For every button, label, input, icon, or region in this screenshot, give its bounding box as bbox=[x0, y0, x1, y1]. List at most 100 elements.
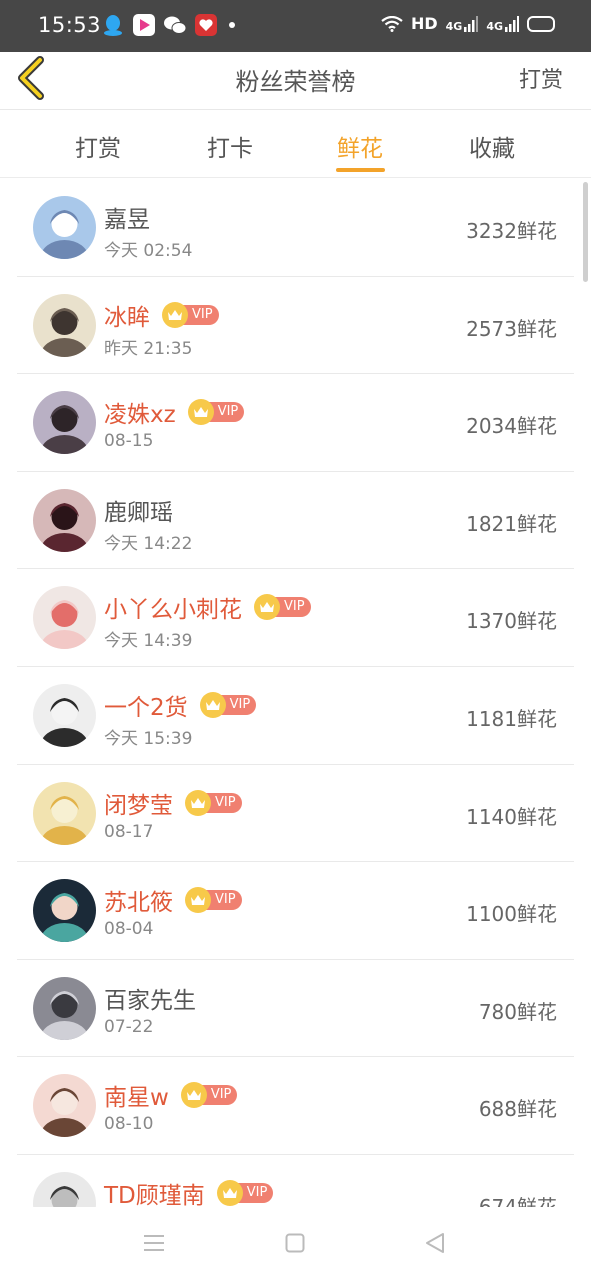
flower-count: 1140鲜花 bbox=[466, 804, 557, 829]
avatar[interactable] bbox=[33, 196, 96, 259]
crown-icon bbox=[180, 1082, 207, 1109]
vip-badge: VIP bbox=[185, 789, 242, 816]
wifi-icon bbox=[381, 15, 403, 32]
signal-2-label: 4G bbox=[486, 19, 503, 33]
avatar[interactable] bbox=[33, 879, 96, 943]
flower-count: 780鲜花 bbox=[478, 999, 557, 1024]
name-line: 闭梦莹 VIP bbox=[104, 786, 242, 820]
flower-count: 2034鲜花 bbox=[466, 414, 557, 439]
user-name: 一个2货 bbox=[104, 694, 188, 721]
fan-list-item[interactable]: 闭梦莹 VIP 08-17 1140鲜花 bbox=[17, 765, 574, 863]
crown-icon bbox=[216, 1179, 243, 1206]
avatar[interactable] bbox=[33, 976, 96, 1040]
flower-count: 1181鲜花 bbox=[466, 706, 557, 731]
user-name: 小丫么小刺花 bbox=[104, 597, 242, 624]
vip-badge: VIP bbox=[254, 594, 311, 621]
vip-badge: VIP bbox=[187, 399, 245, 426]
signal-icon: 4G bbox=[445, 15, 479, 33]
fan-list-item[interactable]: 百家先生 07-22 780鲜花 bbox=[17, 960, 574, 1058]
signal-1-label: 4G bbox=[445, 19, 463, 33]
fan-list-item[interactable]: 嘉昱 今天 02:54 3232鲜花 bbox=[17, 179, 574, 277]
fan-list-item[interactable]: 一个2货 VIP 今天 15:39 1181鲜花 bbox=[17, 667, 574, 765]
name-line: 鹿卿瑶 bbox=[104, 493, 173, 527]
flower-count: 2573鲜花 bbox=[466, 316, 557, 341]
avatar[interactable] bbox=[33, 1171, 96, 1207]
user-name: 嘉昱 bbox=[104, 207, 150, 233]
notification-dot-icon bbox=[229, 22, 235, 28]
user-name: TD顾瑾南 bbox=[104, 1182, 205, 1207]
status-indicators: HD 4G 4G bbox=[381, 14, 555, 33]
tab-reward[interactable]: 打赏 bbox=[58, 129, 138, 163]
hd-label: HD bbox=[410, 14, 438, 33]
fan-list-item[interactable]: TD顾瑾南 VIP 674鲜花 bbox=[17, 1155, 574, 1207]
qq-icon bbox=[102, 14, 124, 36]
back-triangle-icon bbox=[426, 1233, 444, 1253]
avatar[interactable] bbox=[33, 391, 96, 455]
status-app-icons bbox=[102, 14, 235, 36]
flower-count: 1821鲜花 bbox=[466, 511, 557, 536]
menu-button[interactable] bbox=[134, 1227, 174, 1259]
vip-badge: VIP bbox=[216, 1179, 274, 1206]
wechat-icon bbox=[164, 14, 186, 36]
name-line: 百家先生 bbox=[104, 981, 196, 1015]
menu-icon bbox=[144, 1235, 164, 1251]
header-bar: 粉丝荣誉榜 打赏 bbox=[0, 52, 591, 110]
user-name: 百家先生 bbox=[104, 987, 196, 1014]
name-line: 南星w VIP bbox=[104, 1078, 238, 1112]
fan-list-item[interactable]: 南星w VIP 08-10 688鲜花 bbox=[17, 1057, 574, 1155]
vip-badge: VIP bbox=[199, 691, 257, 718]
fan-list-item[interactable]: 鹿卿瑶 今天 14:22 1821鲜花 bbox=[17, 472, 574, 570]
status-bar: 15:53 HD 4G 4G bbox=[0, 0, 591, 52]
crown-icon bbox=[199, 691, 226, 718]
vip-badge: VIP bbox=[185, 887, 242, 914]
crown-icon bbox=[187, 399, 214, 426]
scrollbar[interactable] bbox=[583, 182, 588, 282]
fans-list[interactable]: 嘉昱 今天 02:54 3232鲜花 冰眸 VIP 昨天 21:35 2573鲜… bbox=[0, 179, 591, 1207]
signal-icon-2: 4G bbox=[486, 15, 519, 33]
name-line: 小丫么小刺花 VIP bbox=[104, 590, 311, 624]
back-nav-button[interactable] bbox=[415, 1227, 455, 1259]
home-button[interactable] bbox=[275, 1227, 315, 1259]
user-name: 南星w bbox=[104, 1085, 169, 1112]
tab-flowers[interactable]: 鲜花 bbox=[320, 129, 400, 163]
flower-count: 688鲜花 bbox=[478, 1097, 557, 1122]
flower-count: 1100鲜花 bbox=[466, 902, 557, 927]
flower-count: 1370鲜花 bbox=[466, 609, 557, 634]
name-line: TD顾瑾南 VIP bbox=[104, 1176, 274, 1207]
avatar[interactable] bbox=[33, 293, 96, 357]
fan-list-item[interactable]: 苏北筱 VIP 08-04 1100鲜花 bbox=[17, 862, 574, 960]
avatar[interactable] bbox=[33, 781, 96, 845]
vip-badge: VIP bbox=[162, 301, 219, 328]
active-tab-indicator bbox=[336, 168, 385, 172]
last-active-time: 08-10 bbox=[104, 1114, 154, 1135]
reward-button[interactable]: 打赏 bbox=[519, 62, 563, 94]
avatar[interactable] bbox=[33, 1074, 96, 1138]
crown-icon bbox=[162, 301, 188, 328]
system-nav-bar bbox=[0, 1207, 591, 1280]
name-line: 一个2货 VIP bbox=[104, 688, 257, 722]
name-line: 冰眸 VIP bbox=[104, 298, 219, 332]
fan-list-item[interactable]: 小丫么小刺花 VIP 今天 14:39 1370鲜花 bbox=[17, 569, 574, 667]
user-name: 苏北筱 bbox=[104, 890, 173, 917]
avatar[interactable] bbox=[33, 488, 96, 552]
name-line: 苏北筱 VIP bbox=[104, 883, 242, 917]
flower-count: 674鲜花 bbox=[478, 1194, 557, 1207]
name-line: 凌姝xz VIP bbox=[104, 395, 245, 429]
last-active-time: 昨天 21:35 bbox=[104, 338, 193, 359]
last-active-time: 08-15 bbox=[104, 431, 154, 452]
tab-bar: 打赏 打卡 鲜花 收藏 bbox=[0, 111, 591, 178]
tab-checkin[interactable]: 打卡 bbox=[190, 129, 270, 163]
flower-count: 3232鲜花 bbox=[466, 219, 557, 243]
battery-icon bbox=[527, 15, 555, 32]
user-name: 闭梦莹 bbox=[104, 792, 173, 819]
avatar[interactable] bbox=[33, 586, 96, 650]
last-active-time: 今天 02:54 bbox=[104, 241, 193, 261]
user-name: 冰眸 bbox=[104, 304, 150, 331]
crown-icon bbox=[185, 887, 211, 914]
avatar[interactable] bbox=[33, 683, 96, 747]
fan-list-item[interactable]: 冰眸 VIP 昨天 21:35 2573鲜花 bbox=[17, 277, 574, 375]
home-square-icon bbox=[285, 1233, 305, 1253]
fan-list-item[interactable]: 凌姝xz VIP 08-15 2034鲜花 bbox=[17, 374, 574, 472]
tab-favorites[interactable]: 收藏 bbox=[452, 129, 532, 163]
last-active-time: 今天 14:22 bbox=[104, 533, 193, 554]
